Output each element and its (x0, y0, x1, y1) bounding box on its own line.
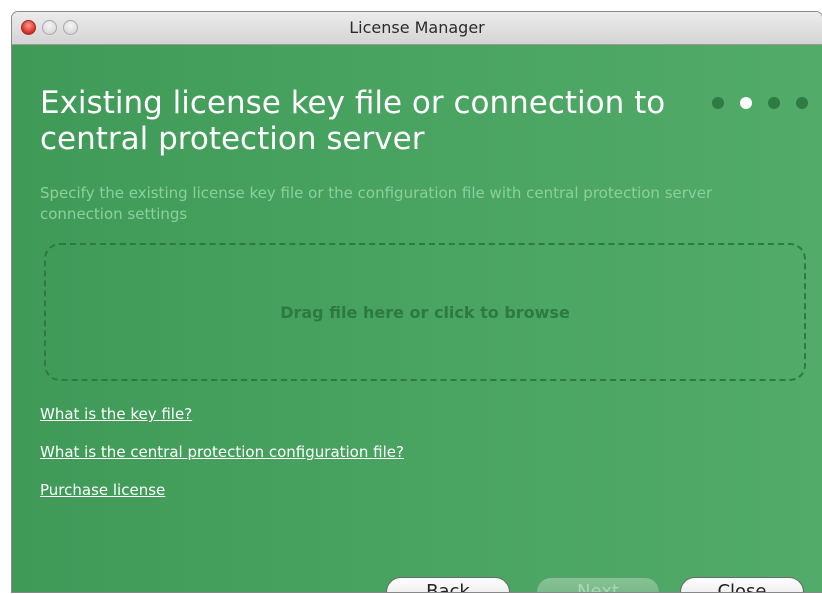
drop-zone-label: Drag file here or click to browse (280, 302, 570, 322)
file-drop-zone[interactable]: Drag file here or click to browse (44, 243, 806, 381)
page-title: Existing license key file or connection … (40, 85, 666, 157)
page-description: Specify the existing license key file or… (40, 184, 713, 223)
title-bar: License Manager (12, 12, 822, 45)
step-dot-3 (768, 97, 780, 109)
license-manager-window: License Manager Existing license key fil… (12, 12, 822, 592)
close-button[interactable]: Close (680, 577, 804, 592)
config-file-help-link[interactable]: What is the central protection configura… (40, 443, 404, 461)
back-button[interactable]: Back (386, 577, 510, 592)
purchase-license-link[interactable]: Purchase license (40, 481, 165, 499)
step-indicator (712, 97, 808, 109)
key-file-help-link[interactable]: What is the key file? (40, 405, 192, 423)
window-title: License Manager (349, 18, 485, 37)
next-button[interactable]: Next (536, 577, 660, 592)
step-dot-4 (796, 97, 808, 109)
step-dot-2-current (740, 97, 752, 109)
step-dot-1 (712, 97, 724, 109)
wizard-content: Existing license key file or connection … (12, 45, 822, 592)
